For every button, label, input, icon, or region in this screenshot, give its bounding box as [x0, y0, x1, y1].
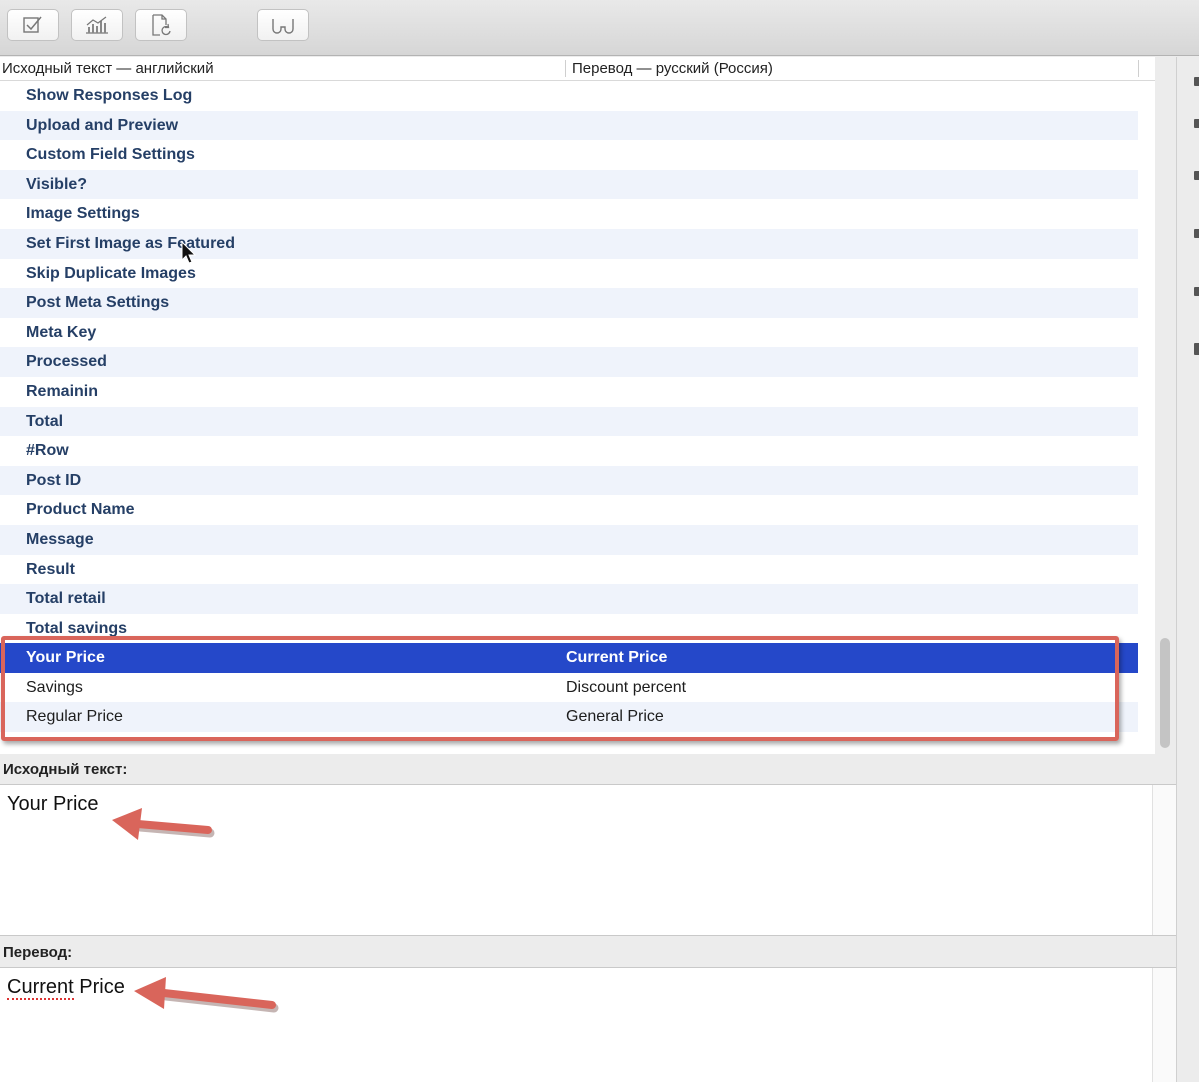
- list-row[interactable]: Visible?: [0, 169, 1138, 200]
- list-row[interactable]: Skip Duplicate Images: [0, 259, 1138, 289]
- source-text-label: Исходный текст:: [3, 761, 128, 778]
- source-string: Savings: [26, 678, 83, 696]
- source-string: Product Name: [26, 501, 135, 519]
- source-string: Total: [26, 412, 64, 430]
- source-pane-scroll[interactable]: [1152, 785, 1176, 935]
- side-panel-icon: [1194, 229, 1199, 238]
- update-from-source-button[interactable]: [135, 9, 187, 41]
- preview-button[interactable]: [257, 9, 309, 41]
- chart-icon: [86, 16, 108, 34]
- source-string: Result: [26, 560, 75, 578]
- column-headers: Исходный текст — английский Перевод — ру…: [0, 57, 1155, 81]
- column-divider[interactable]: [1138, 60, 1139, 77]
- source-string: Upload and Preview: [26, 116, 179, 134]
- side-panel-icon: [1194, 171, 1199, 180]
- misspelled-word: Current: [7, 976, 74, 1000]
- list-row[interactable]: Total retail: [0, 584, 1138, 614]
- list-row[interactable]: Result: [0, 555, 1138, 585]
- list-row[interactable]: Product Name: [0, 495, 1138, 525]
- translation-pane-scroll[interactable]: [1152, 968, 1176, 1082]
- source-string: Post ID: [26, 471, 82, 489]
- source-string: Total savings: [26, 619, 128, 637]
- validate-button[interactable]: [7, 9, 59, 41]
- translation-text[interactable]: Current Price: [7, 976, 125, 1000]
- translation-string: Discount percent: [566, 678, 687, 696]
- source-string: Your Price: [26, 649, 105, 667]
- list-row[interactable]: Show Responses Log: [0, 81, 1138, 111]
- source-string: Image Settings: [26, 205, 140, 223]
- list-row[interactable]: #Row: [0, 436, 1138, 466]
- source-string: Processed: [26, 353, 107, 371]
- translation-text-rest: Price: [73, 976, 125, 998]
- source-string: Meta Key: [26, 323, 97, 341]
- list-row[interactable]: Meta Key: [0, 318, 1138, 348]
- source-column-header[interactable]: Исходный текст — английский: [2, 60, 214, 77]
- side-panel-icon: [1194, 119, 1199, 128]
- list-row[interactable]: Your Price Current Price: [0, 643, 1138, 673]
- source-string: Total retail: [26, 590, 106, 608]
- translation-column-header[interactable]: Перевод — русский (Россия): [572, 60, 773, 77]
- checkbox-icon: [23, 16, 42, 33]
- translation-string: General Price: [566, 708, 664, 726]
- list-row[interactable]: Upload and Preview: [0, 110, 1138, 141]
- list-row[interactable]: Custom Field Settings: [0, 140, 1138, 170]
- rows: Show Responses Log Upload and Preview Cust…: [0, 81, 1138, 733]
- statistics-button[interactable]: [71, 9, 123, 41]
- source-string: Regular Price: [26, 708, 123, 726]
- list-row[interactable]: Processed: [0, 347, 1138, 377]
- list-scrollbar[interactable]: [1158, 638, 1172, 750]
- list-row[interactable]: Remainin: [0, 377, 1138, 407]
- list-row[interactable]: Image Settings: [0, 199, 1138, 229]
- source-string: Set First Image as Featured: [26, 234, 235, 252]
- side-panel-icon: [1194, 343, 1199, 355]
- list-row[interactable]: Total savings: [0, 614, 1138, 644]
- refresh-document-icon: [152, 14, 171, 36]
- toolbar: [0, 0, 1199, 56]
- string-list[interactable]: Исходный текст — английский Перевод — ру…: [0, 57, 1155, 754]
- list-row[interactable]: Set First Image as Featured: [0, 228, 1138, 259]
- list-row[interactable]: Post ID: [0, 465, 1138, 496]
- source-text-pane: Your Price: [0, 784, 1176, 936]
- source-string: #Row: [26, 442, 69, 460]
- list-row[interactable]: Message: [0, 524, 1138, 555]
- source-string: Custom Field Settings: [26, 146, 195, 164]
- translation-label: Перевод:: [3, 944, 73, 961]
- list-row[interactable]: Savings Discount percent: [0, 673, 1138, 703]
- source-string: Show Responses Log: [26, 87, 193, 104]
- glasses-icon: [272, 19, 294, 34]
- list-row[interactable]: Post Meta Settings: [0, 288, 1138, 318]
- source-string: Visible?: [26, 175, 88, 193]
- translation-string: Current Price: [566, 649, 668, 667]
- translation-text-field[interactable]: Current Price: [0, 967, 1176, 1082]
- side-panel-edge: [1176, 57, 1199, 1082]
- source-string: Message: [26, 530, 94, 548]
- source-string: Post Meta Settings: [26, 294, 170, 312]
- source-text: Your Price: [7, 793, 99, 815]
- side-panel-icon: [1194, 77, 1199, 86]
- source-string: Skip Duplicate Images: [26, 264, 196, 282]
- list-row[interactable]: Total: [0, 406, 1138, 437]
- side-panel-icon: [1194, 287, 1199, 296]
- source-string: Remainin: [26, 382, 99, 400]
- list-row[interactable]: Regular Price General Price: [0, 702, 1138, 733]
- scroll-thumb[interactable]: [1160, 638, 1170, 748]
- column-divider[interactable]: [565, 60, 566, 77]
